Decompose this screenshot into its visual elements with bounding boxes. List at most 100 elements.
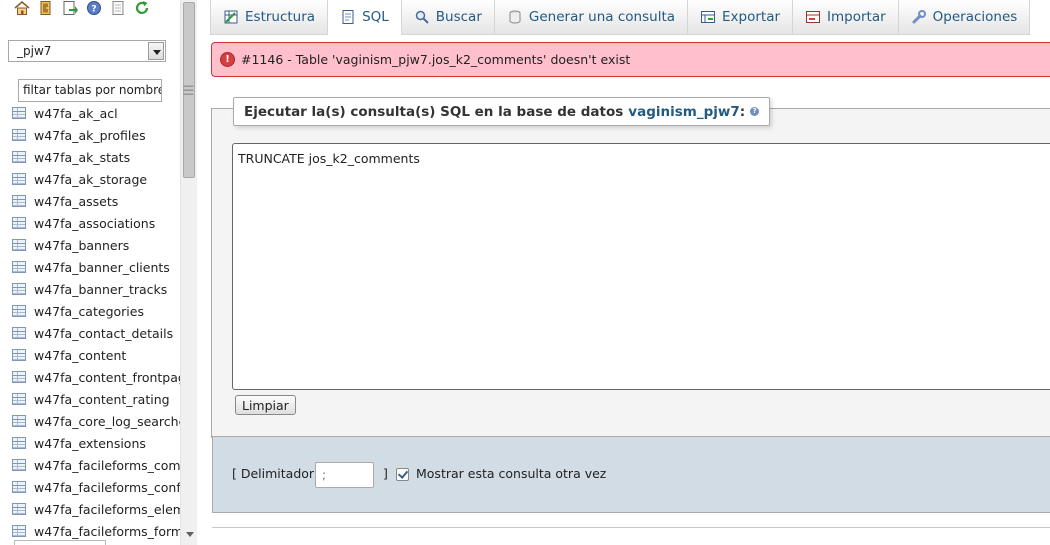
table-list-item[interactable]: w47fa_assets [0,190,180,212]
table-name-link[interactable]: w47fa_banners [34,238,129,253]
table-icon[interactable] [12,415,26,427]
table-icon[interactable] [12,129,26,141]
table-icon[interactable] [12,371,26,383]
tab-label: Operaciones [932,9,1018,25]
nav-icon-bar: ? [14,0,150,18]
database-link[interactable]: vaginism_pjw7 [628,104,739,120]
table-list-item[interactable]: w47fa_content_frontpage [0,366,180,388]
delimiter-bracket: ] [383,466,388,481]
table-list-item[interactable]: w47fa_ak_storage [0,168,180,190]
table-list-item[interactable]: w47fa_content_rating [0,388,180,410]
error-text: #1146 - Table 'vaginism_pjw7.jos_k2_comm… [241,52,631,67]
table-icon[interactable] [12,327,26,339]
error-message: ! #1146 - Table 'vaginism_pjw7.jos_k2_co… [211,42,1050,77]
home-icon[interactable] [14,0,30,16]
wrench-icon [911,9,927,25]
tab-generar-una-consulta[interactable]: Generar una consulta [494,0,689,35]
scroll-down-icon[interactable] [186,532,194,537]
table-filter-input[interactable]: filtar tablas por nombre [18,79,162,102]
table-icon[interactable] [12,481,26,493]
tab-estructura[interactable]: Estructura [210,0,329,35]
clear-button[interactable]: Limpiar [235,395,296,415]
table-icon[interactable] [12,195,26,207]
table-list-item[interactable]: w47fa_ak_stats [0,146,180,168]
table-list-item[interactable]: w47fa_categories [0,300,180,322]
table-list-item[interactable]: w47fa_ak_acl [0,102,180,124]
table-name-link[interactable]: w47fa_facileforms_forms [34,524,180,539]
table-icon[interactable] [12,525,26,537]
table-name-link[interactable]: w47fa_facileforms_elemer [34,502,180,517]
table-icon[interactable] [12,349,26,361]
table-list-item[interactable]: w47fa_ak_profiles [0,124,180,146]
table-name-link[interactable]: w47fa_banner_clients [34,260,170,275]
table-list-item[interactable]: w47fa_extensions [0,432,180,454]
table-name-link[interactable]: w47fa_content_rating [34,392,170,407]
delimiter-input[interactable]: ; [315,462,374,488]
table-icon[interactable] [12,437,26,449]
nav-bottom-frame [14,540,106,545]
search-icon [414,9,430,25]
table-list-item[interactable]: w47fa_content [0,344,180,366]
table-name-link[interactable]: w47fa_banner_tracks [34,282,167,297]
settings-icon[interactable] [110,0,126,16]
table-list-item[interactable]: w47fa_facileforms_config [0,476,180,498]
help-icon[interactable]: ? [750,107,760,116]
table-icon[interactable] [12,305,26,317]
tab-importar[interactable]: Importar [793,0,899,35]
tab-exportar[interactable]: Exportar [688,0,794,35]
table-icon[interactable] [12,173,26,185]
table-icon[interactable] [12,393,26,405]
table-name-link[interactable]: w47fa_facileforms_config [34,480,180,495]
table-list-item[interactable]: w47fa_banner_clients [0,256,180,278]
table-list: w47fa_ak_acl w47fa_ak_profiles w47fa_ak_st… [0,102,180,542]
delimiter-label: [ Delimitador [232,466,315,481]
table-icon[interactable] [12,107,26,119]
legend-suffix: : [739,103,746,120]
table-name-link[interactable]: w47fa_categories [34,304,144,319]
table-name-link[interactable]: w47fa_content_frontpage [34,370,180,385]
table-list-item[interactable]: w47fa_banner_tracks [0,278,180,300]
table-name-link[interactable]: w47fa_associations [34,216,155,231]
sql-query-textarea[interactable]: TRUNCATE jos_k2_comments [232,143,1050,390]
tab-buscar[interactable]: Buscar [401,0,495,35]
docs-icon[interactable] [62,0,78,16]
resize-handle-icon[interactable]: — — — [183,80,194,99]
tab-sql[interactable]: SQL [328,0,402,35]
table-name-link[interactable]: w47fa_ak_acl [34,106,118,121]
table-icon[interactable] [12,261,26,273]
table-name-link[interactable]: w47fa_ak_profiles [34,128,146,143]
table-name-link[interactable]: w47fa_content [34,348,126,363]
table-name-link[interactable]: w47fa_assets [34,194,118,209]
table-list-item[interactable]: w47fa_facileforms_elemer [0,498,180,520]
table-icon[interactable] [12,503,26,515]
legend-text: Ejecutar la(s) consulta(s) SQL en la bas… [244,103,624,120]
import-icon [805,9,821,25]
table-list-item[interactable]: w47fa_facileforms_compn [0,454,180,476]
database-select[interactable]: _pjw7 [8,40,166,62]
table-name-link[interactable]: w47fa_ak_stats [34,150,130,165]
table-list-item[interactable]: w47fa_core_log_searches [0,410,180,432]
show-query-label[interactable]: Mostrar esta consulta otra vez [416,466,606,481]
show-query-checkbox[interactable] [396,468,409,481]
table-list-item[interactable]: w47fa_contact_details [0,322,180,344]
help-icon[interactable]: ? [86,0,102,16]
table-list-item[interactable]: w47fa_facileforms_forms [0,520,180,542]
tab-label: Importar [827,9,886,25]
table-name-link[interactable]: w47fa_extensions [34,436,146,451]
table-icon[interactable] [12,151,26,163]
table-name-link[interactable]: w47fa_facileforms_compn [34,458,180,473]
sql-icon [340,9,356,25]
tab-operaciones[interactable]: Operaciones [898,0,1031,35]
table-list-item[interactable]: w47fa_banners [0,234,180,256]
table-icon[interactable] [12,459,26,471]
reload-icon[interactable] [134,0,150,16]
table-name-link[interactable]: w47fa_core_log_searches [34,414,180,429]
table-name-link[interactable]: w47fa_ak_storage [34,172,147,187]
table-icon[interactable] [12,217,26,229]
table-icon[interactable] [12,283,26,295]
exit-icon[interactable] [38,0,54,16]
chevron-down-icon[interactable] [148,42,164,60]
table-icon[interactable] [12,239,26,251]
table-list-item[interactable]: w47fa_associations [0,212,180,234]
table-name-link[interactable]: w47fa_contact_details [34,326,173,341]
